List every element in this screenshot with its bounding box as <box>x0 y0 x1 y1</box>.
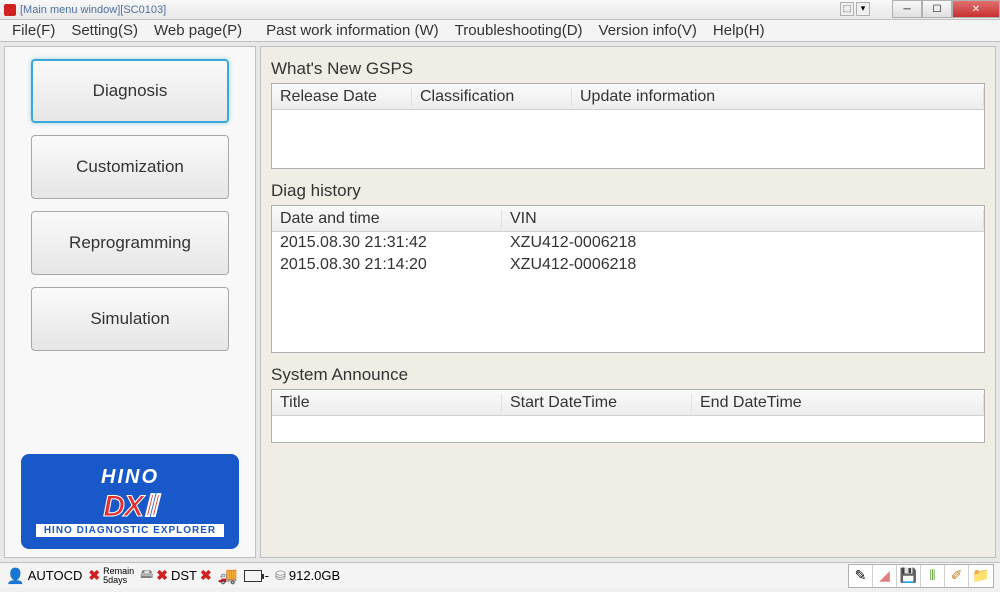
status-remain: ✖ Remain 5days <box>88 567 134 585</box>
person-icon: 👤 <box>6 567 25 585</box>
status-battery: - <box>244 568 269 583</box>
col-title[interactable]: Title <box>272 394 502 412</box>
minimize-button[interactable]: ─ <box>892 0 922 18</box>
sidebar-customization-button[interactable]: Customization <box>31 135 229 199</box>
system-announce-header: Title Start DateTime End DateTime <box>272 390 984 416</box>
system-announce-title: System Announce <box>271 365 985 385</box>
menu-version[interactable]: Version info(V) <box>591 22 705 39</box>
sidebar-diagnosis-button[interactable]: Diagnosis <box>31 59 229 123</box>
window-decor: ⬚ ▾ <box>840 2 870 16</box>
pencil-icon[interactable]: ✎ <box>849 565 873 587</box>
edit-icon[interactable]: ✐ <box>945 565 969 587</box>
status-disk-label: 912.0GB <box>289 568 340 583</box>
col-start[interactable]: Start DateTime <box>502 394 692 412</box>
window-controls: ─ ☐ ✕ <box>892 0 1000 18</box>
x-icon: ✖ <box>156 567 168 584</box>
menubar: File(F) Setting(S) Web page(P) Past work… <box>0 20 1000 42</box>
sidebar-simulation-button[interactable]: Simulation <box>31 287 229 351</box>
titlebar: [Main menu window][SC0103] ⬚ ▾ ─ ☐ ✕ <box>0 0 1000 20</box>
content-area: Diagnosis Customization Reprogramming Si… <box>0 42 1000 562</box>
table-row[interactable]: 2015.08.30 21:31:42 XZU412-0006218 <box>272 232 984 254</box>
app-icon <box>4 4 16 16</box>
close-button[interactable]: ✕ <box>952 0 1000 18</box>
battery-icon <box>244 570 262 582</box>
menu-setting[interactable]: Setting(S) <box>63 22 146 39</box>
sidebar-reprogramming-button[interactable]: Reprogramming <box>31 211 229 275</box>
cell-datetime: 2015.08.30 21:31:42 <box>272 234 502 252</box>
col-end[interactable]: End DateTime <box>692 394 984 412</box>
status-battery-label: - <box>265 568 269 583</box>
col-datetime[interactable]: Date and time <box>272 210 502 228</box>
status-user-label: AUTOCD <box>28 568 83 583</box>
sidebar-item-label: Diagnosis <box>93 81 168 101</box>
menu-webpage[interactable]: Web page(P) <box>146 22 250 39</box>
col-classification[interactable]: Classification <box>412 88 572 106</box>
logo-brand: HINO <box>101 466 159 489</box>
status-user: 👤 AUTOCD <box>6 567 82 585</box>
disk-icon: ⛁ <box>275 568 286 584</box>
system-announce-panel: Title Start DateTime End DateTime <box>271 389 985 443</box>
status-remain-days: 5days <box>103 575 127 585</box>
col-update-info[interactable]: Update information <box>572 88 984 106</box>
folder-icon[interactable]: 📁 <box>969 565 993 587</box>
diag-history-title: Diag history <box>271 181 985 201</box>
menu-file[interactable]: File(F) <box>4 22 63 39</box>
window-title: [Main menu window][SC0103] <box>20 4 166 16</box>
filter-icon[interactable]: ⦀ <box>921 565 945 587</box>
sidebar-item-label: Customization <box>76 157 184 177</box>
col-vin[interactable]: VIN <box>502 210 984 228</box>
sidebar-item-label: Reprogramming <box>69 233 191 253</box>
save-icon[interactable]: 💾 <box>897 565 921 587</box>
whats-new-title: What's New GSPS <box>271 59 985 79</box>
menu-troubleshooting[interactable]: Troubleshooting(D) <box>447 22 591 39</box>
x-icon: ✖ <box>200 567 212 584</box>
cell-datetime: 2015.08.30 21:14:20 <box>272 256 502 274</box>
sidebar-item-label: Simulation <box>90 309 169 329</box>
maximize-button[interactable]: ☐ <box>922 0 952 18</box>
logo-subtitle: HINO DIAGNOSTIC EXPLORER <box>36 524 224 537</box>
whats-new-panel: Release Date Classification Update infor… <box>271 83 985 169</box>
cell-vin: XZU412-0006218 <box>502 256 644 274</box>
eraser-icon[interactable]: ◢ <box>873 565 897 587</box>
col-release-date[interactable]: Release Date <box>272 88 412 106</box>
sidebar: Diagnosis Customization Reprogramming Si… <box>4 46 256 558</box>
logo-product: DXⅡ <box>103 489 156 524</box>
status-dst-label: DST <box>171 568 197 583</box>
diag-history-body[interactable]: 2015.08.30 21:31:42 XZU412-0006218 2015.… <box>272 232 984 276</box>
device-icon: 🖴 <box>140 565 153 587</box>
statusbar: 👤 AUTOCD ✖ Remain 5days 🖴 ✖ DST ✖ 🚚 - ⛁ … <box>0 562 1000 588</box>
status-disk: ⛁ 912.0GB <box>275 568 340 584</box>
table-row[interactable]: 2015.08.30 21:14:20 XZU412-0006218 <box>272 254 984 276</box>
status-device: 🖴 ✖ DST ✖ <box>140 565 212 587</box>
diag-history-header: Date and time VIN <box>272 206 984 232</box>
main-panel: What's New GSPS Release Date Classificat… <box>260 46 996 558</box>
decor-icon[interactable]: ⬚ <box>840 2 854 16</box>
whats-new-header: Release Date Classification Update infor… <box>272 84 984 110</box>
status-truck: 🚚 <box>218 566 238 586</box>
toolbar-icons: ✎ ◢ 💾 ⦀ ✐ 📁 <box>848 564 994 588</box>
truck-icon: 🚚 <box>218 566 238 586</box>
menu-pastwork[interactable]: Past work information (W) <box>258 22 447 39</box>
brand-logo: HINO DXⅡ HINO DIAGNOSTIC EXPLORER <box>21 454 239 549</box>
menu-help[interactable]: Help(H) <box>705 22 773 39</box>
cell-vin: XZU412-0006218 <box>502 234 644 252</box>
decor-icon[interactable]: ▾ <box>856 2 870 16</box>
x-icon: ✖ <box>88 567 100 584</box>
diag-history-panel: Date and time VIN 2015.08.30 21:31:42 XZ… <box>271 205 985 353</box>
